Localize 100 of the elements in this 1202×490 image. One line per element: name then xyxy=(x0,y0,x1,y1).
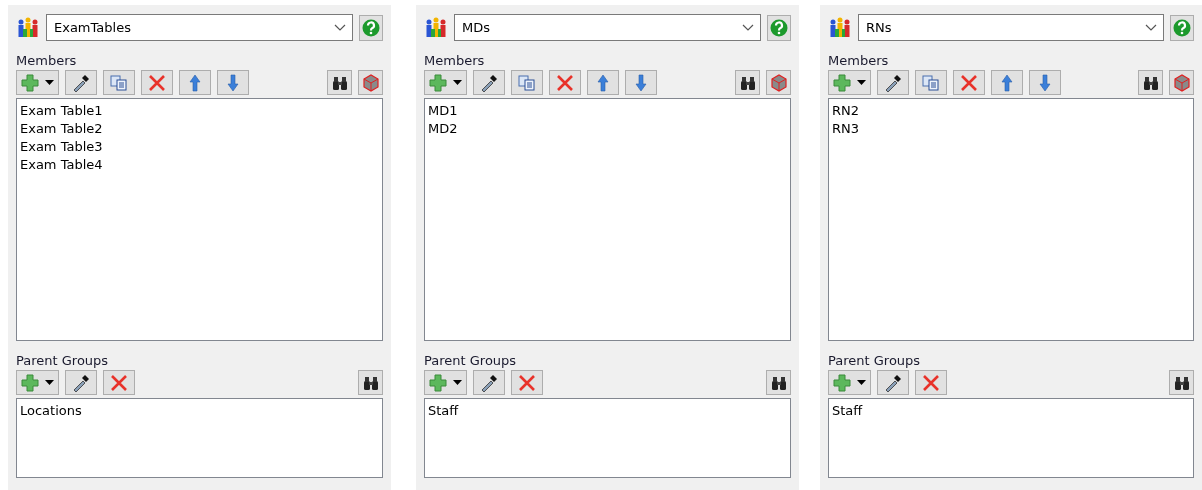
help-icon xyxy=(770,18,788,37)
caret-icon xyxy=(453,80,462,85)
move-up-button[interactable] xyxy=(991,70,1023,95)
find-button[interactable] xyxy=(327,70,352,95)
arrow-down-icon xyxy=(1039,73,1051,92)
plus-icon xyxy=(429,73,447,92)
binoculars-icon xyxy=(362,374,379,391)
eyedropper-icon xyxy=(480,373,498,392)
remove-button[interactable] xyxy=(953,70,985,95)
list-item[interactable]: Locations xyxy=(20,402,379,420)
people-icon xyxy=(16,15,40,40)
section-label: Members xyxy=(424,53,486,68)
chevron-down-icon xyxy=(742,23,754,32)
move-down-button[interactable] xyxy=(625,70,657,95)
parent-groups-list[interactable]: Staff xyxy=(828,398,1194,478)
caret-icon xyxy=(45,380,54,385)
arrow-down-icon xyxy=(635,73,647,92)
list-item[interactable]: MD2 xyxy=(428,120,787,138)
highlight-button[interactable] xyxy=(1169,70,1194,95)
eyedropper-icon xyxy=(72,73,90,92)
list-item[interactable]: Exam Table3 xyxy=(20,138,379,156)
remove-button[interactable] xyxy=(915,370,947,395)
binoculars-icon xyxy=(739,74,756,91)
add-button[interactable] xyxy=(828,370,871,395)
find-button[interactable] xyxy=(1138,70,1163,95)
move-up-button[interactable] xyxy=(587,70,619,95)
help-button[interactable] xyxy=(359,14,383,41)
copy-button[interactable] xyxy=(511,70,543,95)
list-item[interactable]: Exam Table1 xyxy=(20,102,379,120)
add-button[interactable] xyxy=(16,70,59,95)
group-dropdown[interactable]: MDs xyxy=(454,14,761,41)
copy-button[interactable] xyxy=(915,70,947,95)
highlight-button[interactable] xyxy=(358,70,383,95)
add-button[interactable] xyxy=(16,370,59,395)
move-down-button[interactable] xyxy=(217,70,249,95)
arrow-up-icon xyxy=(189,73,201,92)
plus-icon xyxy=(21,73,39,92)
eyedropper-icon xyxy=(480,73,498,92)
highlight-button[interactable] xyxy=(766,70,791,95)
remove-button[interactable] xyxy=(549,70,581,95)
arrow-up-icon xyxy=(597,73,609,92)
delete-icon xyxy=(518,373,536,392)
help-button[interactable] xyxy=(767,14,791,41)
list-item[interactable]: Exam Table4 xyxy=(20,156,379,174)
add-button[interactable] xyxy=(828,70,871,95)
add-button[interactable] xyxy=(424,370,467,395)
copy-icon xyxy=(922,73,940,92)
members-list[interactable]: Exam Table1 Exam Table2 Exam Table3 Exam Table4 xyxy=(16,98,383,341)
list-item[interactable]: Staff xyxy=(832,402,1190,420)
caret-icon xyxy=(453,380,462,385)
pick-button[interactable] xyxy=(877,370,909,395)
group-dropdown[interactable]: ExamTables xyxy=(46,14,353,41)
section-label: Members xyxy=(828,53,890,68)
group-dropdown[interactable]: RNs xyxy=(858,14,1164,41)
plus-icon xyxy=(429,373,447,392)
chevron-down-icon xyxy=(1145,23,1157,32)
section-label: Parent Groups xyxy=(424,353,518,368)
dropdown-value: RNs xyxy=(866,20,892,35)
parent-groups-list[interactable]: Locations xyxy=(16,398,383,478)
add-button[interactable] xyxy=(424,70,467,95)
members-list[interactable]: MD1 MD2 xyxy=(424,98,791,341)
section-label: Parent Groups xyxy=(828,353,922,368)
cube-icon xyxy=(769,73,788,92)
section-label: Parent Groups xyxy=(16,353,110,368)
delete-icon xyxy=(922,373,940,392)
remove-button[interactable] xyxy=(511,370,543,395)
pick-button[interactable] xyxy=(473,70,505,95)
chevron-down-icon xyxy=(334,23,346,32)
find-button[interactable] xyxy=(766,370,791,395)
list-item[interactable]: RN2 xyxy=(832,102,1190,120)
list-item[interactable]: Exam Table2 xyxy=(20,120,379,138)
find-button[interactable] xyxy=(1169,370,1194,395)
remove-button[interactable] xyxy=(103,370,135,395)
copy-button[interactable] xyxy=(103,70,135,95)
delete-icon xyxy=(148,73,166,92)
cube-icon xyxy=(361,73,380,92)
list-item[interactable]: MD1 xyxy=(428,102,787,120)
list-item[interactable]: RN3 xyxy=(832,120,1190,138)
binoculars-icon xyxy=(770,374,787,391)
help-icon xyxy=(1173,18,1191,37)
move-up-button[interactable] xyxy=(179,70,211,95)
list-item[interactable]: Staff xyxy=(428,402,787,420)
help-button[interactable] xyxy=(1170,14,1194,41)
dropdown-value: ExamTables xyxy=(54,20,131,35)
move-down-button[interactable] xyxy=(1029,70,1061,95)
members-list[interactable]: RN2 RN3 xyxy=(828,98,1194,341)
delete-icon xyxy=(960,73,978,92)
pick-button[interactable] xyxy=(65,370,97,395)
plus-icon xyxy=(833,373,851,392)
parent-groups-list[interactable]: Staff xyxy=(424,398,791,478)
pick-button[interactable] xyxy=(877,70,909,95)
arrow-down-icon xyxy=(227,73,239,92)
pick-button[interactable] xyxy=(473,370,505,395)
find-button[interactable] xyxy=(735,70,760,95)
find-button[interactable] xyxy=(358,370,383,395)
section-label: Members xyxy=(16,53,78,68)
remove-button[interactable] xyxy=(141,70,173,95)
dropdown-value: MDs xyxy=(462,20,490,35)
pick-button[interactable] xyxy=(65,70,97,95)
plus-icon xyxy=(21,373,39,392)
